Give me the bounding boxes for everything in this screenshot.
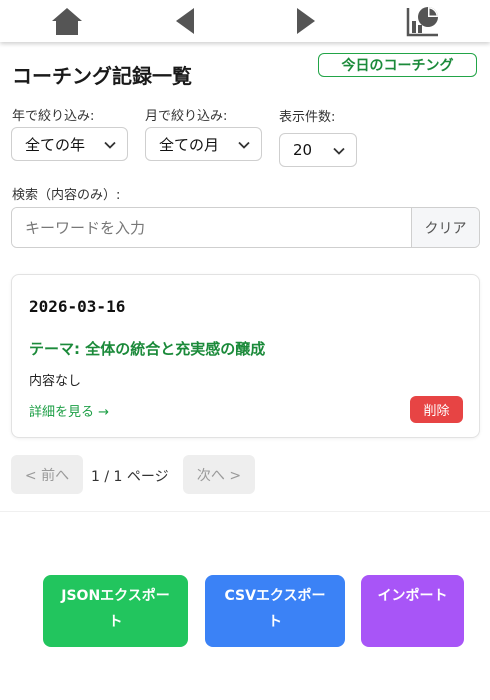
chevron-down-icon [333,147,345,155]
json-export-button[interactable]: JSONエクスポート [43,575,188,647]
record-theme: テーマ: 全体の統合と充実感の醸成 [29,340,266,358]
year-filter-label: 年で絞り込み: [12,109,95,124]
search-label: 検索（内容のみ）: [12,188,121,203]
csv-export-button[interactable]: CSVエクスポート [205,575,345,647]
year-select[interactable]: 全ての年 [11,127,128,161]
arrow-left-icon [176,8,194,34]
back-button[interactable] [156,0,216,42]
record-card: 2026-03-16 テーマ: 全体の統合と充実感の醸成 内容なし 詳細を見る … [11,274,480,438]
record-date: 2026-03-16 [29,297,126,316]
prev-page-button[interactable]: < 前へ [11,455,83,494]
record-content: 内容なし [29,374,82,389]
detail-link[interactable]: 詳細を見る → [29,401,109,420]
next-page-button[interactable]: 次へ > [183,455,255,494]
home-icon [52,8,82,35]
top-nav-bar [0,0,490,42]
clear-button[interactable]: クリア [411,208,479,247]
chevron-down-icon [104,141,116,149]
chart-icon [406,7,438,37]
import-button[interactable]: インポート [361,575,464,647]
count-select[interactable]: 20 [279,133,357,167]
page-info: 1 / 1 ページ [91,469,169,485]
forward-button[interactable] [275,0,335,42]
divider [0,511,490,512]
chevron-down-icon [238,141,250,149]
page-title: コーチング記録一覧 [12,64,192,88]
month-select[interactable]: 全ての月 [145,127,262,161]
search-box: クリア [11,207,480,248]
month-filter-label: 月で絞り込み: [145,109,228,124]
count-filter-label: 表示件数: [279,110,336,125]
today-coaching-button[interactable]: 今日のコーチング [318,53,477,77]
year-select-value: 全ての年 [25,135,86,154]
month-select-value: 全ての月 [159,135,220,154]
home-button[interactable] [37,0,97,42]
arrow-right-icon [297,8,315,34]
stats-button[interactable] [393,0,453,42]
search-input[interactable] [12,208,412,247]
delete-button[interactable]: 削除 [410,396,463,423]
count-select-value: 20 [293,141,313,159]
